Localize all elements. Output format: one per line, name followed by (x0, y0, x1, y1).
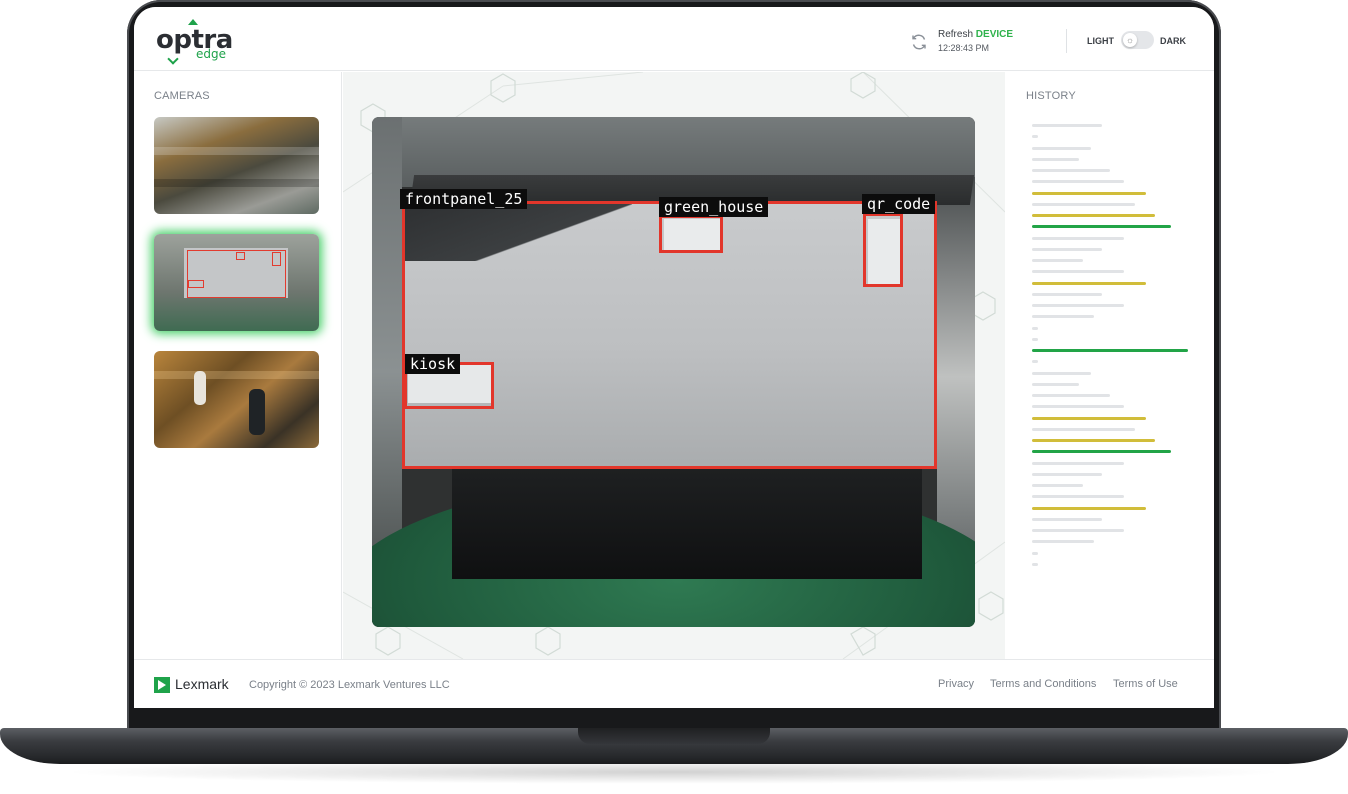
history-entry-neutral[interactable] (1032, 529, 1124, 532)
logo-sub: edge (196, 47, 226, 61)
history-entry-neutral[interactable] (1032, 461, 1124, 465)
history-entry-neutral[interactable] (1032, 169, 1110, 172)
history-entry-warning[interactable] (1032, 281, 1146, 285)
history-entry-neutral[interactable] (1032, 360, 1038, 364)
printer-base (452, 469, 922, 579)
detection-label-kiosk: kiosk (405, 354, 461, 374)
history-entry-neutral[interactable] (1032, 337, 1038, 341)
cameras-title: CAMERAS (154, 90, 210, 102)
detection-label-green-house: green_house (659, 197, 769, 217)
history-entry-neutral[interactable] (1032, 146, 1091, 150)
terms-and-conditions-link[interactable]: Terms and Conditions (990, 678, 1096, 690)
refresh-icon (912, 34, 926, 50)
history-entry-neutral[interactable] (1032, 292, 1102, 296)
detection-label-qr-code: qr_code (862, 194, 936, 214)
history-entry-neutral[interactable] (1032, 135, 1038, 139)
theme-light-label: LIGHT (1087, 36, 1114, 46)
history-entry-warning[interactable] (1032, 416, 1146, 420)
thumb-detection-box (272, 252, 281, 266)
history-panel: HISTORY (1005, 72, 1214, 659)
laptop-notch (578, 728, 770, 744)
privacy-link[interactable]: Privacy (938, 678, 974, 690)
thumb-detection-box (188, 280, 204, 288)
history-entry-neutral[interactable] (1032, 517, 1102, 521)
history-entry-warning[interactable] (1032, 439, 1155, 442)
terms-of-use-link[interactable]: Terms of Use (1113, 678, 1178, 690)
history-entry-warning[interactable] (1032, 506, 1146, 510)
history-entry-neutral[interactable] (1032, 304, 1124, 307)
app-header: optra edge Refresh DEVICE 12:28:43 PM LI… (134, 7, 1214, 71)
sun-icon: ☼ (1123, 33, 1137, 47)
camera-feed-view[interactable]: frontpanel_25 green_house qr_code kiosk (372, 117, 975, 627)
history-entry-neutral[interactable] (1032, 427, 1135, 431)
history-entry-ok[interactable] (1032, 450, 1171, 454)
refresh-accent: DEVICE (975, 29, 1014, 40)
history-entry-neutral[interactable] (1032, 124, 1102, 127)
history-entry-neutral[interactable] (1032, 180, 1124, 184)
optra-edge-logo[interactable]: optra edge (156, 17, 236, 65)
history-entry-warning[interactable] (1032, 214, 1155, 217)
history-entry-neutral[interactable] (1032, 259, 1083, 262)
cameras-panel: CAMERAS (134, 72, 342, 659)
history-entry-neutral[interactable] (1032, 270, 1124, 274)
camera-thumbnail-2-selected[interactable] (154, 234, 319, 331)
feed-backdrop (937, 177, 975, 577)
history-entry-neutral[interactable] (1032, 562, 1038, 566)
history-title: HISTORY (1026, 90, 1076, 102)
camera-thumbnail-1[interactable] (154, 117, 319, 214)
thumb-detail (154, 371, 319, 379)
history-entry-neutral[interactable] (1032, 247, 1102, 251)
app-screen: optra edge Refresh DEVICE 12:28:43 PM LI… (134, 7, 1214, 708)
thumb-detail (154, 147, 319, 155)
history-entry-neutral[interactable] (1032, 394, 1110, 397)
history-entry-neutral[interactable] (1032, 371, 1091, 375)
thumb-detection-box (236, 252, 245, 260)
history-entry-ok[interactable] (1032, 349, 1188, 352)
refresh-timestamp: 12:28:43 PM (938, 43, 990, 53)
detection-box-qr-code (863, 213, 903, 287)
header-divider (1066, 29, 1067, 53)
history-entry-neutral[interactable] (1032, 157, 1079, 161)
history-entry-warning[interactable] (1032, 191, 1146, 195)
main-feed-area: frontpanel_25 green_house qr_code kiosk (343, 72, 1005, 659)
app-footer: Lexmark Copyright © 2023 Lexmark Venture… (134, 659, 1214, 708)
history-entry-neutral[interactable] (1032, 540, 1094, 544)
detection-label-frontpanel: frontpanel_25 (400, 189, 528, 209)
thumb-worker (249, 389, 265, 435)
history-entry-neutral[interactable] (1032, 315, 1094, 319)
refresh-label: Refresh DEVICE (938, 29, 1014, 40)
logo-caret-down-icon (167, 53, 179, 65)
thumb-worker (194, 371, 206, 405)
copyright-text: Copyright © 2023 Lexmark Ventures LLC (249, 679, 450, 691)
history-entry-neutral[interactable] (1032, 495, 1124, 499)
history-entry-neutral[interactable] (1032, 551, 1038, 555)
theme-toggle[interactable]: ☼ (1121, 31, 1154, 49)
history-entry-neutral[interactable] (1032, 472, 1102, 476)
theme-dark-label: DARK (1160, 36, 1186, 46)
history-entry-neutral[interactable] (1032, 484, 1083, 487)
history-entry-neutral[interactable] (1032, 202, 1135, 206)
lexmark-logo-icon (154, 677, 170, 693)
camera-thumbnail-3[interactable] (154, 351, 319, 448)
history-entry-neutral[interactable] (1032, 405, 1124, 409)
history-entry-neutral[interactable] (1032, 326, 1038, 330)
detection-box-green-house (659, 215, 723, 253)
history-entry-neutral[interactable] (1032, 236, 1124, 240)
thumb-detail (154, 179, 319, 187)
history-entry-ok[interactable] (1032, 225, 1171, 229)
history-entry-neutral[interactable] (1032, 382, 1079, 386)
lexmark-wordmark: Lexmark (175, 676, 229, 692)
